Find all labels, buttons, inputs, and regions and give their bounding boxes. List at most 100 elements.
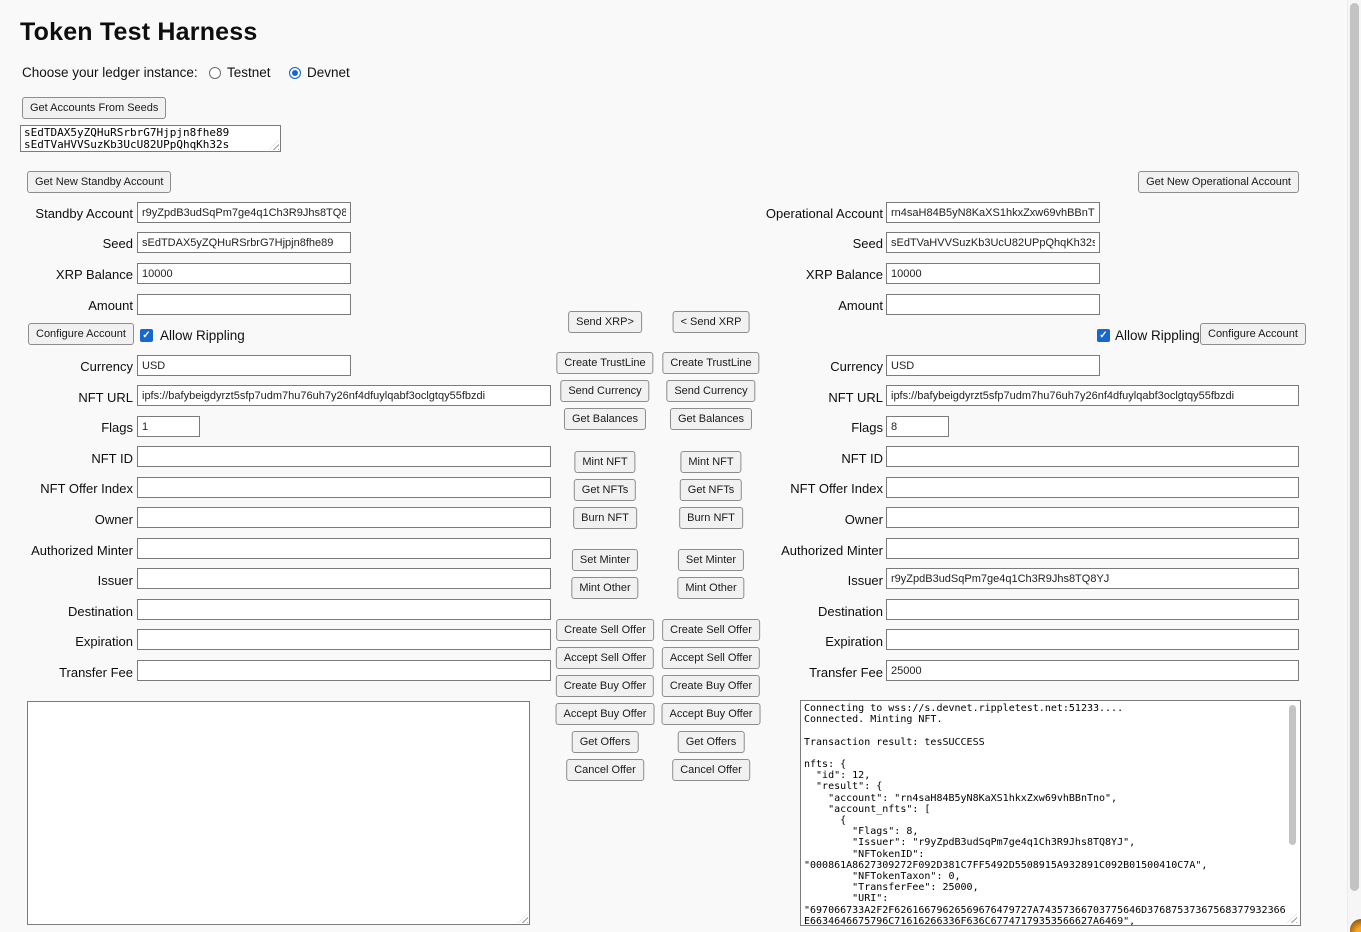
page-scrollbar[interactable] bbox=[1347, 0, 1361, 932]
standby-expiration-input[interactable] bbox=[137, 629, 551, 650]
operational-nft-offer-index-input[interactable] bbox=[886, 477, 1299, 498]
standby-nft-id-label: NFT ID bbox=[0, 451, 133, 466]
standby-xrp-balance-input[interactable] bbox=[137, 263, 351, 284]
standby-nft-url-input[interactable] bbox=[137, 385, 551, 406]
standby-create-trustline-button[interactable]: Create TrustLine bbox=[556, 352, 653, 374]
standby-results-textarea[interactable] bbox=[27, 701, 530, 925]
standby-currency-input[interactable] bbox=[137, 355, 351, 376]
token-test-harness-page: Token Test Harness Choose your ledger in… bbox=[0, 0, 1361, 932]
standby-accept-sell-offer-button[interactable]: Accept Sell Offer bbox=[556, 647, 654, 669]
ledger-instance-label: Choose your ledger instance: bbox=[22, 65, 198, 80]
standby-account-label: Standby Account bbox=[0, 206, 133, 221]
operational-create-trustline-button[interactable]: Create TrustLine bbox=[662, 352, 759, 374]
operational-allow-rippling-checkbox[interactable]: ✓ bbox=[1097, 329, 1110, 342]
standby-expiration-label: Expiration bbox=[0, 634, 133, 649]
standby-set-minter-button[interactable]: Set Minter bbox=[572, 549, 638, 571]
operational-nft-url-input[interactable] bbox=[886, 385, 1299, 406]
operational-nft-id-input[interactable] bbox=[886, 446, 1299, 467]
operational-owner-label: Owner bbox=[731, 512, 883, 527]
radio-devnet-label: Devnet bbox=[307, 65, 350, 80]
operational-issuer-input[interactable] bbox=[886, 568, 1299, 589]
standby-transfer-fee-label: Transfer Fee bbox=[0, 665, 133, 680]
standby-amount-input[interactable] bbox=[137, 294, 351, 315]
standby-currency-label: Currency bbox=[0, 359, 133, 374]
standby-nft-offer-index-input[interactable] bbox=[137, 477, 551, 498]
standby-allow-rippling-label: Allow Rippling bbox=[160, 328, 245, 343]
standby-xrp-balance-label: XRP Balance bbox=[0, 267, 133, 282]
standby-mint-other-button[interactable]: Mint Other bbox=[571, 577, 638, 599]
standby-accept-buy-offer-button[interactable]: Accept Buy Offer bbox=[556, 703, 655, 725]
standby-account-input[interactable] bbox=[137, 202, 351, 223]
operational-owner-input[interactable] bbox=[886, 507, 1299, 528]
standby-allow-rippling-checkbox[interactable]: ✓ bbox=[140, 329, 153, 342]
standby-get-balances-button[interactable]: Get Balances bbox=[564, 408, 646, 430]
standby-configure-account-button[interactable]: Configure Account bbox=[28, 323, 134, 345]
operational-flags-label: Flags bbox=[731, 420, 883, 435]
operational-mint-other-button[interactable]: Mint Other bbox=[677, 577, 744, 599]
operational-expiration-input[interactable] bbox=[886, 629, 1299, 650]
standby-destination-label: Destination bbox=[0, 604, 133, 619]
standby-owner-input[interactable] bbox=[137, 507, 551, 528]
standby-get-nfts-button[interactable]: Get NFTs bbox=[574, 479, 636, 501]
operational-send-xrp-button[interactable]: < Send XRP bbox=[673, 311, 750, 333]
operational-destination-input[interactable] bbox=[886, 599, 1299, 620]
standby-seed-input[interactable] bbox=[137, 232, 351, 253]
get-accounts-from-seeds-button[interactable]: Get Accounts From Seeds bbox=[22, 97, 166, 119]
standby-amount-label: Amount bbox=[0, 298, 133, 313]
standby-cancel-offer-button[interactable]: Cancel Offer bbox=[566, 759, 644, 781]
operational-create-buy-offer-button[interactable]: Create Buy Offer bbox=[662, 675, 760, 697]
operational-seed-input[interactable] bbox=[886, 232, 1100, 253]
operational-currency-input[interactable] bbox=[886, 355, 1100, 376]
standby-mint-nft-button[interactable]: Mint NFT bbox=[574, 451, 635, 473]
operational-create-sell-offer-button[interactable]: Create Sell Offer bbox=[662, 619, 760, 641]
operational-set-minter-button[interactable]: Set Minter bbox=[678, 549, 744, 571]
standby-flags-input[interactable] bbox=[137, 416, 200, 437]
operational-send-currency-button[interactable]: Send Currency bbox=[666, 380, 755, 402]
operational-burn-nft-button[interactable]: Burn NFT bbox=[679, 507, 743, 529]
standby-get-offers-button[interactable]: Get Offers bbox=[572, 731, 639, 753]
operational-account-input[interactable] bbox=[886, 202, 1100, 223]
operational-flags-input[interactable] bbox=[886, 416, 949, 437]
operational-account-label: Operational Account bbox=[731, 206, 883, 221]
standby-flags-label: Flags bbox=[0, 420, 133, 435]
radio-devnet-circle-icon[interactable] bbox=[289, 67, 301, 79]
seeds-textarea[interactable]: sEdTDAX5yZQHuRSrbrG7Hjpjn8fhe89 sEdTVaHV… bbox=[20, 125, 281, 152]
operational-cancel-offer-button[interactable]: Cancel Offer bbox=[672, 759, 750, 781]
operational-authorized-minter-input[interactable] bbox=[886, 538, 1299, 559]
radio-testnet-label: Testnet bbox=[227, 65, 271, 80]
operational-accept-sell-offer-button[interactable]: Accept Sell Offer bbox=[662, 647, 760, 669]
operational-seed-label: Seed bbox=[731, 236, 883, 251]
standby-create-sell-offer-button[interactable]: Create Sell Offer bbox=[556, 619, 654, 641]
operational-results-textarea[interactable]: Connecting to wss://s.devnet.rippletest.… bbox=[800, 700, 1301, 926]
standby-nft-id-input[interactable] bbox=[137, 446, 551, 467]
standby-issuer-input[interactable] bbox=[137, 568, 551, 589]
operational-get-offers-button[interactable]: Get Offers bbox=[678, 731, 745, 753]
operational-mint-nft-button[interactable]: Mint NFT bbox=[680, 451, 741, 473]
operational-transfer-fee-input[interactable] bbox=[886, 660, 1299, 681]
operational-amount-input[interactable] bbox=[886, 294, 1100, 315]
operational-xrp-balance-input[interactable] bbox=[886, 263, 1100, 284]
radio-devnet[interactable]: Devnet bbox=[289, 65, 350, 80]
operational-accept-buy-offer-button[interactable]: Accept Buy Offer bbox=[662, 703, 761, 725]
standby-send-xrp-button[interactable]: Send XRP> bbox=[568, 311, 642, 333]
standby-burn-nft-button[interactable]: Burn NFT bbox=[573, 507, 637, 529]
standby-authorized-minter-input[interactable] bbox=[137, 538, 551, 559]
operational-get-nfts-button[interactable]: Get NFTs bbox=[680, 479, 742, 501]
standby-destination-input[interactable] bbox=[137, 599, 551, 620]
operational-get-balances-button[interactable]: Get Balances bbox=[670, 408, 752, 430]
radio-testnet-circle-icon[interactable] bbox=[209, 67, 221, 79]
operational-results-scrollbar-thumb[interactable] bbox=[1289, 705, 1296, 845]
radio-testnet[interactable]: Testnet bbox=[209, 65, 271, 80]
standby-transfer-fee-input[interactable] bbox=[137, 660, 551, 681]
operational-configure-account-button[interactable]: Configure Account bbox=[1200, 323, 1306, 345]
get-new-standby-account-button[interactable]: Get New Standby Account bbox=[27, 171, 171, 193]
operational-destination-label: Destination bbox=[731, 604, 883, 619]
operational-authorized-minter-label: Authorized Minter bbox=[731, 543, 883, 558]
standby-nft-offer-index-label: NFT Offer Index bbox=[0, 481, 133, 496]
standby-seed-label: Seed bbox=[0, 236, 133, 251]
standby-create-buy-offer-button[interactable]: Create Buy Offer bbox=[556, 675, 654, 697]
operational-nft-offer-index-label: NFT Offer Index bbox=[731, 481, 883, 496]
page-scrollbar-thumb[interactable] bbox=[1350, 3, 1359, 891]
standby-send-currency-button[interactable]: Send Currency bbox=[560, 380, 649, 402]
get-new-operational-account-button[interactable]: Get New Operational Account bbox=[1138, 171, 1299, 193]
